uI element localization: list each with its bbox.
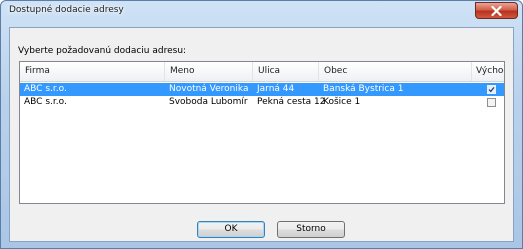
column-header-obec[interactable]: Obec	[319, 62, 472, 81]
column-header-ulica[interactable]: Ulica	[253, 62, 319, 81]
window-title: Dostupné dodacie adresy	[9, 5, 124, 15]
cancel-button[interactable]: Storno	[277, 221, 345, 238]
cell-ulica: Jarná 44	[257, 84, 295, 94]
list-header: Firma Meno Ulica Obec Východ...	[20, 62, 504, 82]
default-checkbox[interactable]	[487, 85, 496, 94]
address-list[interactable]: Firma Meno Ulica Obec Východ... ABC s.r.…	[19, 61, 505, 204]
title-bar[interactable]: Dostupné dodacie adresy	[1, 1, 522, 23]
cell-obec: Košice 1	[323, 97, 361, 107]
dialog-content: Vyberte požadovanú dodaciu adresu: Firma…	[9, 27, 514, 242]
dialog-window: Dostupné dodacie adresy Vyberte požadova…	[0, 0, 523, 249]
table-row[interactable]: ABC s.r.o. Svoboda Lubomír Pekná cesta 1…	[20, 96, 504, 109]
column-header-meno[interactable]: Meno	[165, 62, 253, 81]
cell-firma: ABC s.r.o.	[24, 84, 67, 94]
column-header-vychodzia[interactable]: Východ...	[472, 62, 504, 81]
default-checkbox[interactable]	[487, 98, 496, 107]
cell-ulica: Pekná cesta 12	[257, 97, 326, 107]
close-icon	[491, 5, 502, 16]
cell-meno: Svoboda Lubomír	[169, 97, 248, 107]
ok-button[interactable]: OK	[197, 221, 265, 238]
cell-meno: Novotná Veronika	[169, 84, 249, 94]
check-icon	[488, 86, 495, 93]
column-header-firma[interactable]: Firma	[20, 62, 165, 81]
table-row[interactable]: ABC s.r.o. Novotná Veronika Jarná 44 Ban…	[20, 83, 504, 96]
cell-firma: ABC s.r.o.	[24, 97, 67, 107]
cell-obec: Banská Bystrica 1	[323, 84, 404, 94]
close-button[interactable]	[475, 2, 518, 19]
instruction-label: Vyberte požadovanú dodaciu adresu:	[18, 46, 187, 56]
